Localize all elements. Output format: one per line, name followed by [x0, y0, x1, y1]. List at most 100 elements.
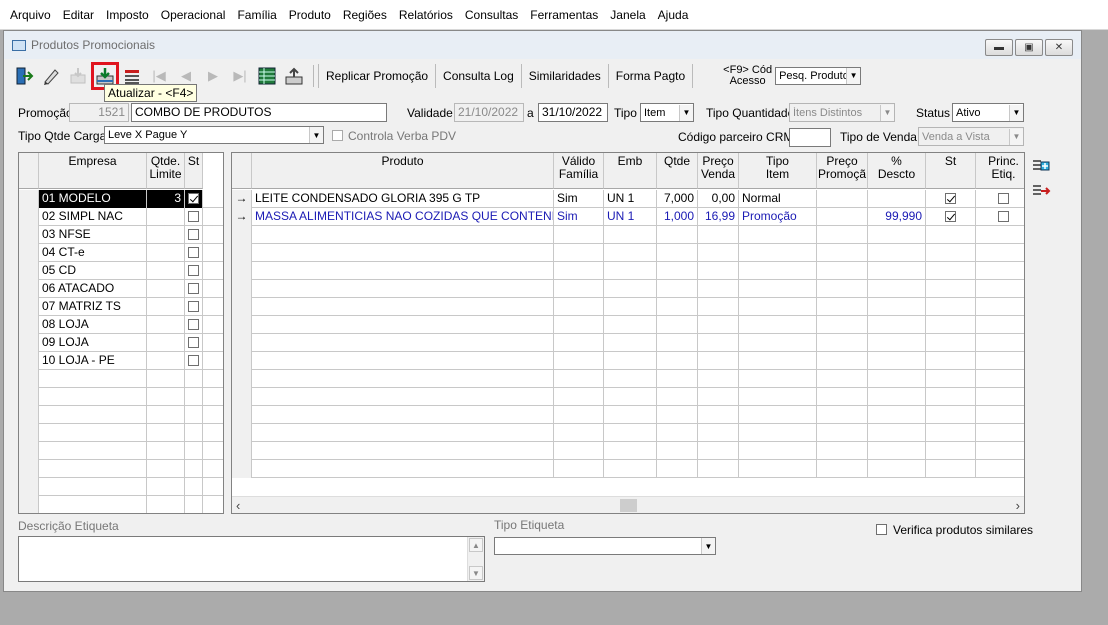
empresa-row[interactable]: 01 MODELO 3 — [19, 190, 223, 208]
st-checkbox[interactable] — [188, 211, 199, 222]
st-checkbox[interactable] — [188, 247, 199, 258]
produto-row[interactable] — [232, 298, 1024, 316]
scroll-down-icon[interactable]: ▼ — [469, 566, 483, 580]
empresa-row[interactable]: 03 NFSE — [19, 226, 223, 244]
chevron-down-icon[interactable]: ▼ — [1009, 104, 1023, 121]
empresa-row[interactable]: 04 CT-e — [19, 244, 223, 262]
menu-item-produto[interactable]: Produto — [283, 8, 337, 22]
st-checkbox[interactable] — [188, 337, 199, 348]
tipo-etiqueta-select[interactable]: ▼ — [494, 537, 716, 555]
empresa-row[interactable]: 08 LOJA — [19, 316, 223, 334]
menu-item-janela[interactable]: Janela — [604, 8, 651, 22]
exit-icon[interactable] — [12, 64, 36, 88]
chevron-down-icon[interactable]: ▼ — [309, 127, 323, 143]
empresa-row[interactable] — [19, 388, 223, 406]
empresa-row[interactable]: 07 MATRIZ TS — [19, 298, 223, 316]
scroll-up-icon[interactable]: ▲ — [469, 538, 483, 552]
produto-grid-hscrollbar[interactable]: ‹ › — [232, 496, 1024, 513]
produto-row[interactable] — [232, 334, 1024, 352]
st-checkbox[interactable] — [188, 355, 199, 366]
descricao-etiqueta-textarea[interactable]: ▲ ▼ — [18, 536, 485, 582]
empresa-row[interactable]: 09 LOJA — [19, 334, 223, 352]
scroll-thumb[interactable] — [620, 499, 637, 512]
produto-row[interactable] — [232, 388, 1024, 406]
preco-promocao-header[interactable]: Preço Promoçã — [817, 153, 868, 189]
tipo-select[interactable]: Item ▼ — [640, 103, 694, 122]
close-button[interactable]: ✕ — [1045, 39, 1073, 56]
descto-header[interactable]: % Descto — [868, 153, 926, 189]
next-record-icon[interactable]: ▶ — [201, 64, 225, 88]
st-header[interactable]: St — [185, 153, 203, 189]
validade-to-field[interactable]: 31/10/2022 — [538, 103, 608, 122]
produto-row[interactable] — [232, 262, 1024, 280]
empresa-row[interactable] — [19, 424, 223, 442]
remove-item-icon[interactable] — [1029, 179, 1053, 203]
produto-row[interactable] — [232, 352, 1024, 370]
produto-row[interactable] — [232, 226, 1024, 244]
chevron-down-icon[interactable]: ▼ — [679, 104, 693, 121]
codigo-crm-field[interactable] — [789, 128, 831, 147]
promocao-code-field[interactable]: 1521 — [69, 103, 129, 122]
search-product-combo[interactable]: Pesq. Produto ▼ — [775, 66, 862, 85]
minimize-button[interactable]: ▬ — [985, 39, 1013, 56]
empresa-row[interactable] — [19, 478, 223, 496]
menu-item-imposto[interactable]: Imposto — [100, 8, 155, 22]
menu-item-arquivo[interactable]: Arquivo — [4, 8, 57, 22]
empresa-row[interactable] — [19, 370, 223, 388]
tipo-quantidade-select[interactable]: Ítens Distintos ▼ — [789, 103, 895, 122]
replicar-promocao-button[interactable]: Replicar Promoção — [318, 63, 435, 88]
consulta-log-button[interactable]: Consulta Log — [435, 63, 521, 88]
promocao-description-field[interactable]: COMBO DE PRODUTOS — [131, 103, 387, 122]
st-checkbox[interactable] — [945, 193, 956, 204]
st-checkbox[interactable] — [188, 283, 199, 294]
empresa-row[interactable]: 05 CD — [19, 262, 223, 280]
menu-item-operacional[interactable]: Operacional — [155, 8, 232, 22]
textarea-vscrollbar[interactable]: ▲ ▼ — [467, 537, 484, 581]
st-checkbox[interactable] — [188, 301, 199, 312]
menu-item-editar[interactable]: Editar — [57, 8, 100, 22]
empresa-row[interactable]: 02 SIMPL NAC — [19, 208, 223, 226]
produto-row[interactable] — [232, 244, 1024, 262]
qtde-header[interactable]: Qtde — [657, 153, 698, 189]
empresa-row[interactable] — [19, 460, 223, 478]
empresa-row[interactable]: 06 ATACADO — [19, 280, 223, 298]
produto-row[interactable] — [232, 442, 1024, 460]
validade-from-field[interactable]: 21/10/2022 — [454, 103, 524, 122]
valido-familia-header[interactable]: Válido Família — [554, 153, 604, 189]
last-record-icon[interactable]: ▶| — [228, 64, 252, 88]
menu-item-relatorios[interactable]: Relatórios — [393, 8, 459, 22]
empresa-row[interactable]: 10 LOJA - PE — [19, 352, 223, 370]
st-checkbox[interactable] — [188, 319, 199, 330]
qtde-limite-header[interactable]: Qtde. Limite — [147, 153, 185, 189]
tipo-item-header[interactable]: Tipo Item — [739, 153, 817, 189]
scroll-right-icon[interactable]: › — [1016, 498, 1020, 513]
st-checkbox[interactable] — [188, 193, 199, 204]
verifica-similares-checkbox[interactable] — [876, 524, 887, 535]
add-item-icon[interactable] — [1029, 154, 1053, 178]
menu-item-regioes[interactable]: Regiões — [337, 8, 393, 22]
menu-item-consultas[interactable]: Consultas — [459, 8, 524, 22]
produto-row[interactable]: → MASSA ALIMENTICIAS NAO COZIDAS QUE CONT… — [232, 208, 1024, 226]
menu-item-ferramentas[interactable]: Ferramentas — [524, 8, 604, 22]
insert-icon[interactable] — [66, 64, 90, 88]
tipo-qtde-carga-select[interactable]: Leve X Pague Y ▼ — [104, 126, 324, 144]
produto-st-header[interactable]: St — [926, 153, 976, 189]
produto-row[interactable]: → LEITE CONDENSADO GLORIA 395 G TP Sim UN 1… — [232, 190, 1024, 208]
tipo-venda-select[interactable]: Venda a Vista ▼ — [918, 127, 1024, 146]
chevron-down-icon[interactable]: ▼ — [1009, 128, 1023, 145]
st-checkbox[interactable] — [945, 211, 956, 222]
chevron-down-icon[interactable]: ▼ — [846, 67, 861, 84]
chevron-down-icon[interactable]: ▼ — [880, 104, 894, 121]
emb-header[interactable]: Emb — [604, 153, 657, 189]
produto-row[interactable] — [232, 316, 1024, 334]
edit-pen-icon[interactable] — [39, 64, 63, 88]
upload-icon[interactable] — [282, 64, 306, 88]
chevron-down-icon[interactable]: ▼ — [701, 538, 715, 554]
preco-venda-header[interactable]: Preço Venda — [698, 153, 739, 189]
produto-row[interactable] — [232, 424, 1024, 442]
grid-list-icon[interactable] — [255, 64, 279, 88]
menu-item-familia[interactable]: Família — [231, 8, 282, 22]
produto-row[interactable] — [232, 370, 1024, 388]
maximize-button[interactable]: ▣ — [1015, 39, 1043, 56]
princ-checkbox[interactable] — [998, 193, 1009, 204]
